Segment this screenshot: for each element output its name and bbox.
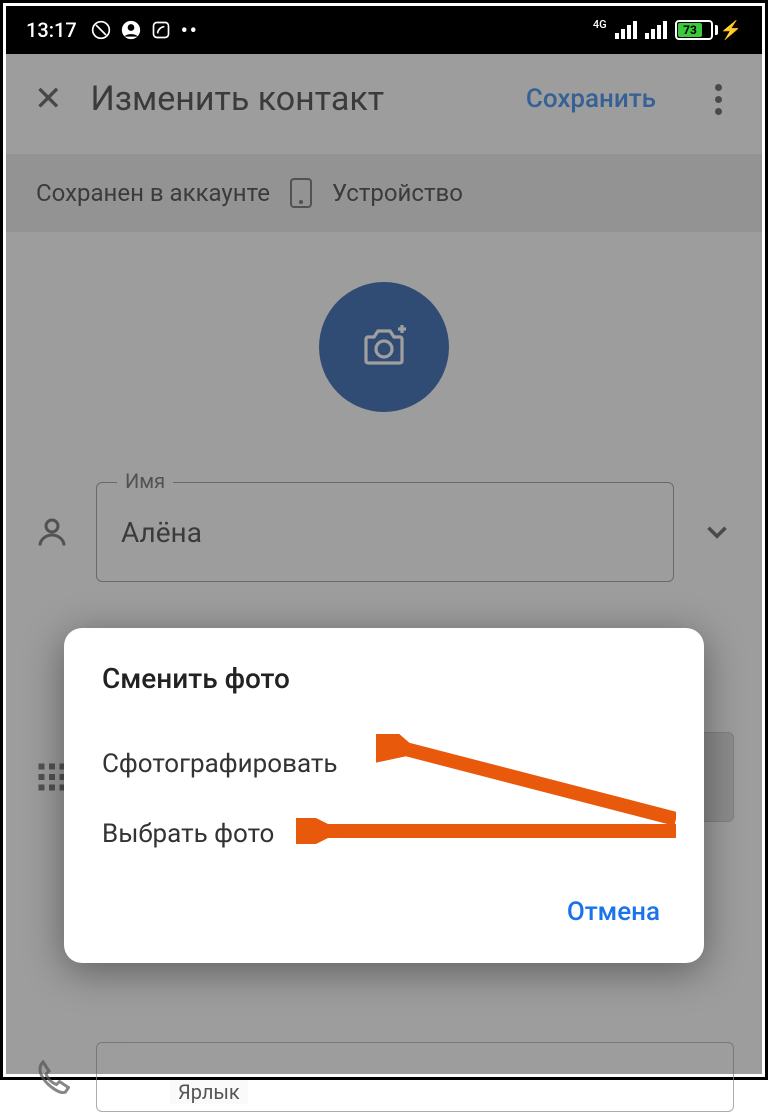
status-time: 13:17 [26, 18, 77, 42]
option-pick-photo[interactable]: Выбрать фото [102, 799, 666, 869]
change-photo-dialog: Сменить фото Сфотографировать Выбрать фо… [64, 628, 704, 963]
dnd-icon [91, 20, 111, 40]
charging-icon: ⚡ [720, 20, 742, 41]
battery-icon: 73 ⚡ [675, 20, 742, 41]
saved-in-label: Сохранен в аккаунте [36, 179, 270, 207]
cancel-button[interactable]: Отмена [561, 887, 666, 937]
account-location: Устройство [332, 179, 463, 207]
yarlyk-label: Ярлык [170, 1080, 248, 1104]
app-icon [151, 20, 171, 40]
network-type: 4G [593, 18, 607, 31]
chevron-down-icon[interactable] [700, 515, 734, 549]
app-bar: ✕ Изменить контакт Сохранить [6, 54, 762, 144]
save-button[interactable]: Сохранить [526, 84, 656, 114]
add-photo-button[interactable] [319, 282, 449, 412]
camera-plus-icon [360, 323, 408, 371]
person-icon [34, 514, 70, 550]
option-take-photo[interactable]: Сфотографировать [102, 729, 666, 799]
close-icon[interactable]: ✕ [34, 79, 63, 119]
status-bar: 13:17 •• 4G 73 ⚡ [6, 6, 762, 54]
account-bar[interactable]: Сохранен в аккаунте Устройство [6, 154, 762, 232]
name-field-value: Алёна [121, 516, 202, 549]
more-options-icon[interactable] [702, 84, 734, 115]
account-icon [121, 20, 141, 40]
signal-1-icon [615, 21, 637, 39]
name-field[interactable]: Имя Алёна [96, 482, 674, 582]
dialog-title: Сменить фото [102, 662, 666, 695]
more-notifications-icon: •• [181, 18, 199, 42]
phone-icon [34, 1059, 70, 1095]
name-field-label: Имя [117, 469, 173, 493]
page-title: Изменить контакт [91, 79, 385, 119]
signal-2-icon [645, 21, 667, 39]
device-icon [290, 178, 312, 208]
